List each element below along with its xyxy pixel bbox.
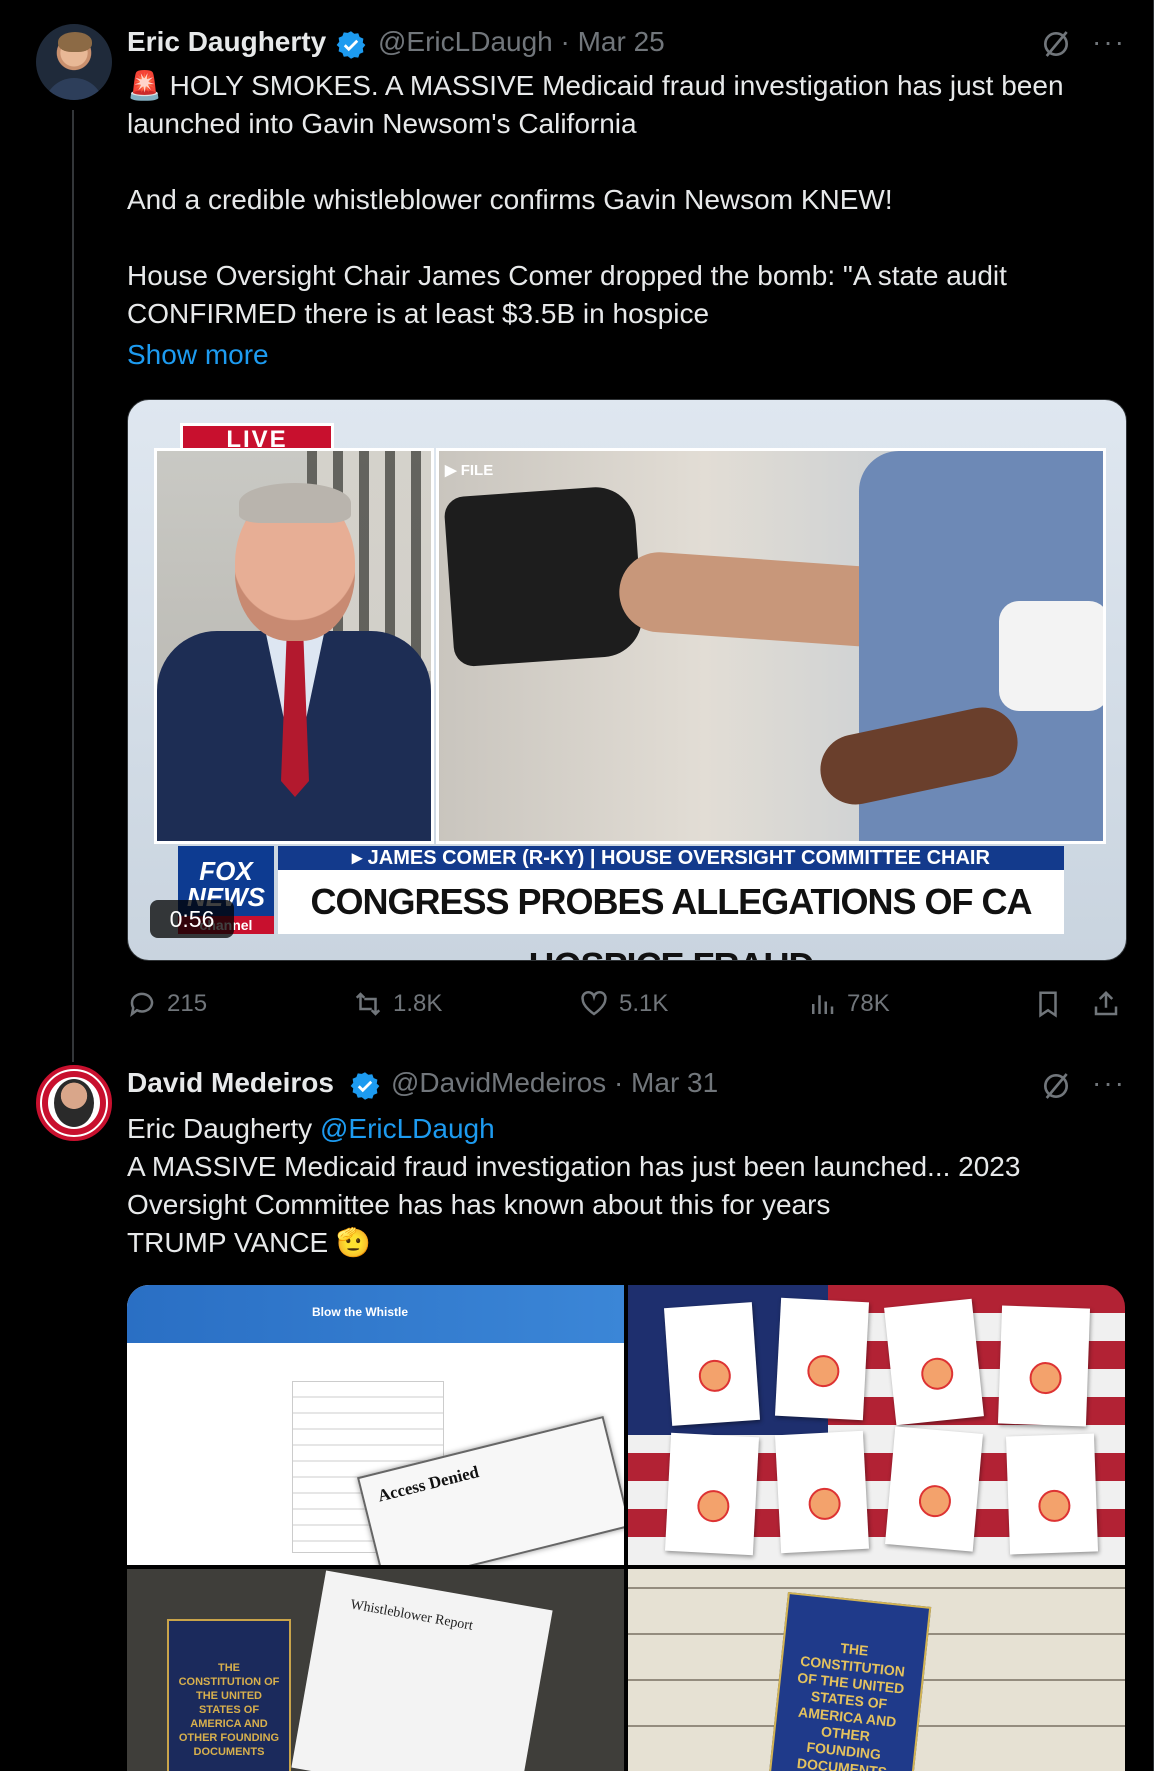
timeline: Eric Daugherty @EricLDaugh · Mar 25 ··· … <box>0 0 1154 1771</box>
mention-line: Eric Daugherty @EricLDaugh <box>127 1110 495 1148</box>
views-count: 78K <box>847 990 890 1017</box>
book-title: THE CONSTITUTION OF THE UNITED STATES OF… <box>796 1639 906 1771</box>
tweet-actions: 215 1.8K 5.1K 78K <box>127 986 1127 1022</box>
image-mail-slips-and-book[interactable]: THE CONSTITUTION OF THE UNITED STATES OF… <box>628 1569 1125 1771</box>
like-button[interactable]: 5.1K <box>579 986 668 1022</box>
image-report-and-book[interactable]: THE CONSTITUTION OF THE UNITED STATES OF… <box>127 1569 624 1771</box>
video-player[interactable]: LIVE ▶ FILE FOXNEWS channel ▸ JAMES COME… <box>127 399 1127 961</box>
author-name[interactable]: Eric Daugherty <box>127 26 326 58</box>
views-icon <box>812 995 834 1014</box>
video-frame-speaker <box>154 448 434 844</box>
bookmark-icon <box>1039 991 1057 1018</box>
image-whistleblower-form[interactable]: Blow the Whistle Access Denied <box>127 1285 624 1565</box>
report-title: Whistleblower Report <box>349 1597 474 1634</box>
chyron-subtitle: ▸ JAMES COMER (R-KY) | HOUSE OVERSIGHT C… <box>278 846 1064 870</box>
repost-icon <box>355 992 381 1016</box>
reply-button[interactable]: 215 <box>127 986 207 1022</box>
thread-line <box>72 110 74 1062</box>
more-options-icon[interactable]: ··· <box>1092 26 1126 58</box>
image-caption: Blow the Whistle <box>312 1305 408 1319</box>
avatar[interactable] <box>36 1065 112 1141</box>
repost-button[interactable]: 1.8K <box>353 986 442 1022</box>
share-button[interactable] <box>1091 986 1121 1022</box>
image-reports-on-flag[interactable] <box>628 1285 1125 1565</box>
avatar[interactable] <box>36 24 112 100</box>
heart-icon <box>581 990 607 1016</box>
video-frame-footage: ▶ FILE <box>436 448 1106 844</box>
verified-badge-icon <box>336 31 366 59</box>
tweet-text: 🚨 HOLY SMOKES. A MASSIVE Medicaid fraud … <box>127 70 1064 329</box>
mention-link[interactable]: @EricLDaugh <box>320 1113 495 1144</box>
tweet-text: A MASSIVE Medicaid fraud investigation h… <box>127 1151 1021 1258</box>
book-title: THE CONSTITUTION OF THE UNITED STATES OF… <box>178 1662 280 1758</box>
access-denied-text: Access Denied <box>375 1462 481 1506</box>
author-handle-date[interactable]: @EricLDaugh · Mar 25 <box>378 26 665 58</box>
file-label: ▶ FILE <box>445 462 494 479</box>
video-duration: 0:56 <box>150 900 234 938</box>
bookmark-button[interactable] <box>1033 986 1063 1022</box>
image-grid: Blow the Whistle Access Denied THE CONST… <box>127 1285 1125 1771</box>
reply-icon <box>130 992 154 1017</box>
grok-icon[interactable] <box>1040 1070 1072 1102</box>
show-more-link[interactable]: Show more <box>127 336 269 374</box>
reply-count: 215 <box>167 990 208 1017</box>
repost-count: 1.8K <box>393 990 443 1017</box>
mention-name: Eric Daugherty <box>127 1113 313 1144</box>
author-handle-date[interactable]: @DavidMedeiros · Mar 31 <box>391 1067 718 1099</box>
chyron-headline: CONGRESS PROBES ALLEGATIONS OF CA HOSPIC… <box>278 870 1064 960</box>
views-button[interactable]: 78K <box>807 986 890 1022</box>
like-count: 5.1K <box>619 990 669 1017</box>
verified-badge-icon <box>350 1072 380 1100</box>
author-name[interactable]: David Medeiros <box>127 1067 334 1099</box>
grok-icon[interactable] <box>1040 28 1072 60</box>
more-options-icon[interactable]: ··· <box>1092 1067 1126 1099</box>
share-icon <box>1094 990 1118 1016</box>
